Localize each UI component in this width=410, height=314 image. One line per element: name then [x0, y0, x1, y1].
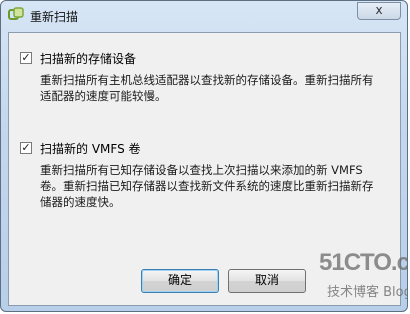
scan-vmfs-volumes-checkbox[interactable]: ✓ [20, 142, 32, 154]
close-button[interactable]: x [357, 2, 401, 20]
rescan-dialog: 重新扫描 x ✓ 扫描新的存储设备 重新扫描所有主机总线适配器以查找新的存储设备… [0, 0, 408, 312]
scan-storage-devices-label[interactable]: 扫描新的存储设备 [40, 50, 136, 67]
vsphere-app-icon [8, 7, 24, 23]
title-bar: 重新扫描 x [1, 1, 407, 33]
scan-vmfs-volumes-description: 重新扫描所有已知存储设备以查找上次扫描以来添加的新 VMFS 卷。重新扫描已知存… [40, 163, 374, 209]
cancel-button[interactable]: 取消 [228, 269, 306, 293]
ok-button[interactable]: 确定 [141, 269, 219, 293]
close-icon: x [375, 3, 383, 17]
scan-storage-devices-description: 重新扫描所有主机总线适配器以查找新的存储设备。重新扫描所有适配器的速度可能较慢。 [40, 73, 374, 103]
dialog-body: ✓ 扫描新的存储设备 重新扫描所有主机总线适配器以查找新的存储设备。重新扫描所有… [8, 32, 401, 306]
dialog-title: 重新扫描 [30, 10, 79, 24]
scan-vmfs-volumes-label[interactable]: 扫描新的 VMFS 卷 [40, 140, 141, 157]
scan-storage-devices-checkbox[interactable]: ✓ [20, 52, 32, 64]
